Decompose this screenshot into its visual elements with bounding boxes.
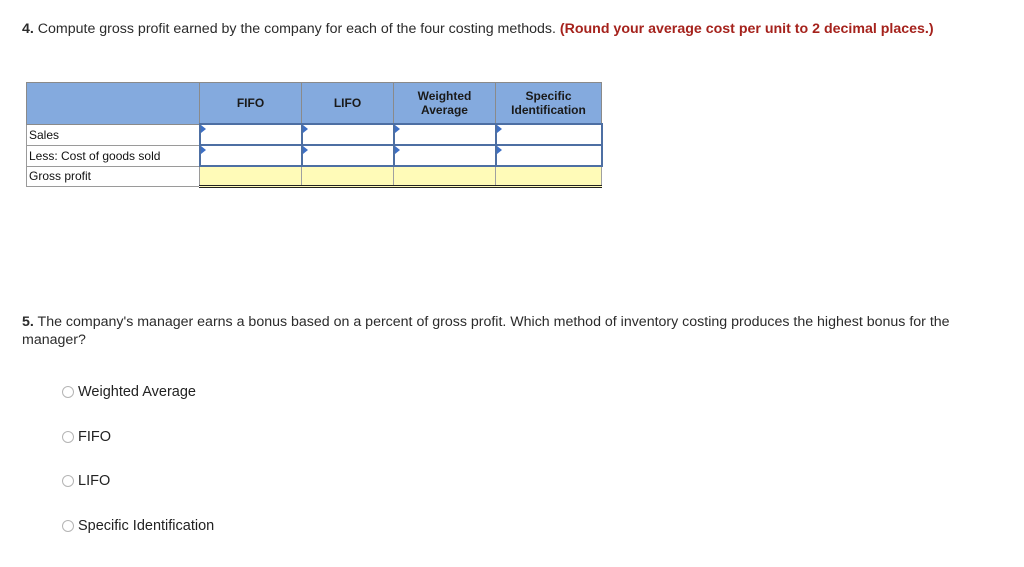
table-header-row: FIFO LIFO Weighted Average Specific Identi… [26, 82, 602, 125]
sales-weighted-average-input[interactable] [394, 125, 495, 144]
header-label: Identification [511, 103, 586, 117]
table-row-sales: Sales [26, 123, 603, 146]
question-number: 4. [22, 21, 34, 37]
table-row-gross-profit: Gross profit [26, 165, 602, 188]
cell-gross-profit-weighted-average[interactable] [393, 165, 496, 188]
question-text: Compute gross profit earned by the compa… [33, 21, 560, 37]
input-marker-icon [302, 146, 308, 154]
cogs-lifo-input[interactable] [302, 146, 393, 165]
question-text: The company's manager earns a bonus base… [22, 314, 950, 348]
cell-cogs-weighted-average[interactable] [392, 144, 497, 167]
cell-sales-weighted-average[interactable] [392, 123, 497, 146]
input-marker-icon [394, 146, 400, 154]
input-marker-icon [496, 146, 502, 154]
header-label: Average [421, 103, 468, 117]
option-label: FIFO [78, 428, 112, 445]
header-label: Weighted [417, 89, 472, 103]
header-blank [26, 82, 200, 125]
cell-gross-profit-lifo[interactable] [301, 165, 394, 188]
question-4-prompt: 4. Compute gross profit earned by the co… [22, 20, 997, 38]
option-label: Specific Identification [78, 518, 215, 535]
sales-lifo-input[interactable] [302, 125, 393, 144]
option-fifo[interactable]: FIFO [62, 427, 214, 447]
cell-sales-specific-identification[interactable] [494, 123, 603, 146]
gross-profit-table: FIFO LIFO Weighted Average Specific Identi… [26, 82, 603, 188]
sales-fifo-input[interactable] [200, 125, 301, 144]
radio-button[interactable] [62, 430, 74, 443]
question-5-prompt: 5. The company's manager earns a bonus b… [22, 313, 997, 349]
row-label: Less: Cost of goods sold [26, 144, 200, 167]
option-label: LIFO [78, 473, 111, 490]
cell-gross-profit-specific-identification[interactable] [495, 165, 602, 188]
gross-profit-fifo-input[interactable] [200, 167, 301, 185]
cell-cogs-specific-identification[interactable] [494, 144, 603, 167]
cell-sales-fifo[interactable] [198, 123, 303, 146]
header-label: Specific [525, 89, 572, 103]
option-lifo[interactable]: LIFO [62, 471, 214, 491]
cell-cogs-fifo[interactable] [198, 144, 303, 167]
radio-button[interactable] [62, 386, 74, 398]
cell-gross-profit-fifo[interactable] [199, 165, 302, 188]
gross-profit-specific-identification-input[interactable] [496, 167, 601, 185]
cogs-weighted-average-input[interactable] [394, 146, 495, 165]
table-row-cogs: Less: Cost of goods sold [26, 144, 603, 167]
input-marker-icon [394, 125, 400, 133]
row-label: Gross profit [26, 165, 200, 187]
header-label: LIFO [333, 96, 362, 110]
input-marker-icon [200, 125, 206, 133]
radio-button[interactable] [62, 475, 74, 488]
option-specific-identification[interactable]: Specific Identification [62, 516, 214, 536]
cell-sales-lifo[interactable] [300, 123, 395, 146]
input-marker-icon [496, 125, 502, 133]
header-lifo: LIFO [301, 82, 394, 125]
cogs-fifo-input[interactable] [200, 146, 301, 165]
bonus-method-options: Weighted Average FIFO LIFO Specific Iden… [62, 382, 214, 561]
question-number: 5. [22, 314, 34, 330]
row-label: Sales [26, 123, 200, 146]
header-label: FIFO [236, 96, 265, 110]
sales-specific-identification-input[interactable] [496, 125, 601, 144]
rounding-instruction: (Round your average cost per unit to 2 d… [559, 21, 934, 37]
option-weighted-average[interactable]: Weighted Average [62, 382, 214, 402]
header-fifo: FIFO [199, 82, 302, 125]
header-specific-identification: Specific Identification [495, 82, 602, 125]
header-weighted-average: Weighted Average [393, 82, 496, 125]
gross-profit-weighted-average-input[interactable] [394, 167, 495, 185]
option-label: Weighted Average [78, 384, 196, 400]
input-marker-icon [302, 125, 308, 133]
cell-cogs-lifo[interactable] [300, 144, 395, 167]
input-marker-icon [200, 146, 206, 154]
radio-button[interactable] [62, 520, 74, 533]
gross-profit-lifo-input[interactable] [302, 167, 393, 185]
cogs-specific-identification-input[interactable] [496, 146, 601, 165]
